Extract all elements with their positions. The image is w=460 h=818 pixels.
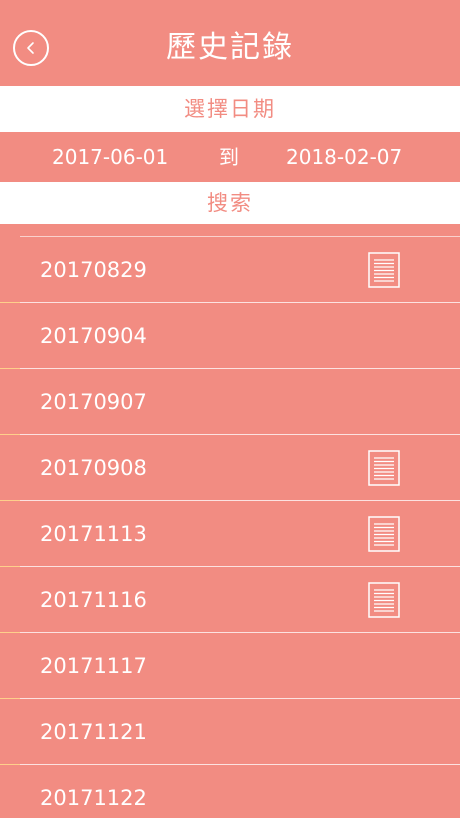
search-button[interactable]: 搜索 xyxy=(0,182,460,224)
list-item[interactable]: 20170904 xyxy=(0,303,460,369)
list-item[interactable]: 20170908 xyxy=(0,435,460,501)
record-date: 20170907 xyxy=(40,390,147,414)
list-item[interactable]: 20171121 xyxy=(0,699,460,765)
list-item[interactable]: 20170829 xyxy=(0,237,460,303)
record-date: 20170904 xyxy=(40,324,147,348)
record-date: 20171121 xyxy=(40,720,147,744)
document-icon[interactable] xyxy=(368,252,400,288)
list-item[interactable]: 20171116 xyxy=(0,567,460,633)
list-item[interactable]: 20171122 xyxy=(0,765,460,818)
document-icon[interactable] xyxy=(368,516,400,552)
page-title: 歷史記錄 xyxy=(166,30,294,65)
end-date-field[interactable]: 2018-02-07 xyxy=(286,132,402,182)
record-date: 20170829 xyxy=(40,258,147,282)
record-date: 20171116 xyxy=(40,588,147,612)
select-date-label: 選擇日期 xyxy=(0,86,460,132)
document-icon[interactable] xyxy=(368,450,400,486)
start-date-field[interactable]: 2017-06-01 xyxy=(52,132,168,182)
list-item[interactable]: 20171117 xyxy=(0,633,460,699)
record-date: 20171113 xyxy=(40,522,147,546)
list-item[interactable]: 20170907 xyxy=(0,369,460,435)
history-list: 20170829 20170904 20170907 20170908 20171113… xyxy=(0,224,460,818)
document-icon[interactable] xyxy=(368,582,400,618)
record-date: 20170908 xyxy=(40,456,147,480)
list-item[interactable]: 20171113 xyxy=(0,501,460,567)
header-bar: 歷史記錄 xyxy=(0,0,460,86)
record-date: 20171122 xyxy=(40,786,147,810)
record-date: 20171117 xyxy=(40,654,147,678)
date-range-row: 2017-06-01 到 2018-02-07 xyxy=(0,132,460,182)
date-range-separator: 到 xyxy=(219,145,239,169)
